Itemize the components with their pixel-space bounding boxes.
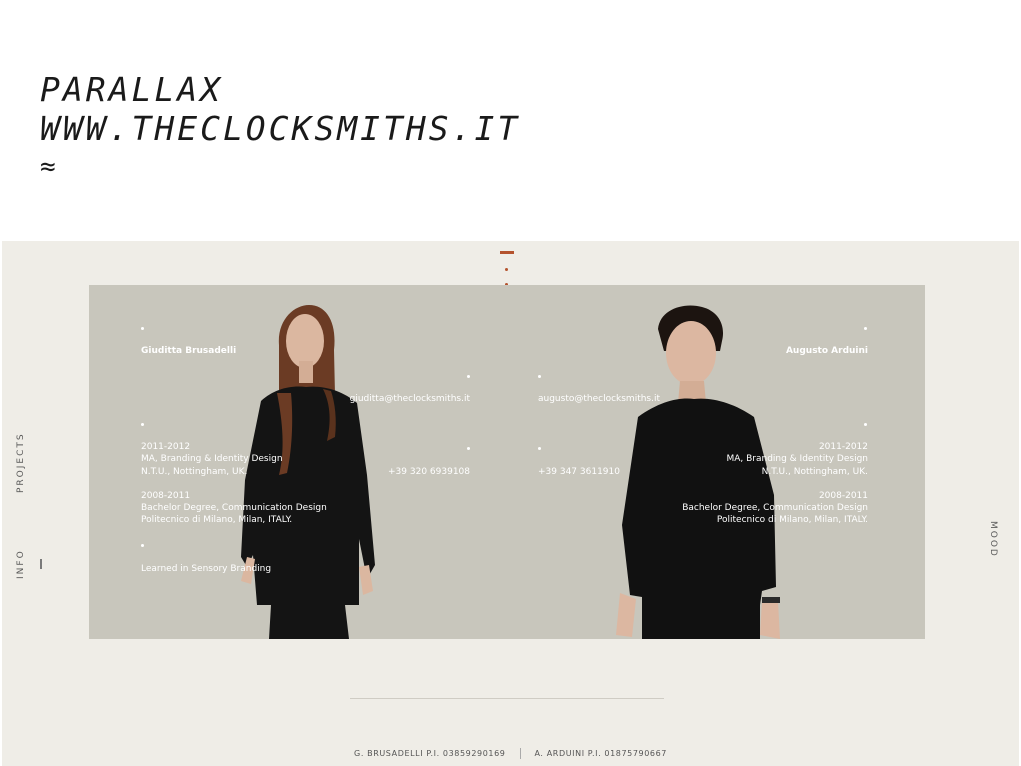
bullet [467,375,470,378]
logo-dot [505,268,508,271]
bullet [864,327,867,330]
caption-symbol: ≈ [40,152,59,182]
nav-projects[interactable]: PROJECTS [16,432,26,493]
nav-info-indicator [40,559,42,569]
caption-url: WWW.THECLOCKSMITHS.IT [40,109,521,148]
footer-separator [519,748,521,759]
left-phone: +39 320 6939108 [388,467,470,477]
logo-bar [500,251,514,254]
left-education: 2011-2012 MA, Branding & Identity Design… [141,442,327,526]
footer: G. BRUSADELLI P.I. 03859290169 A. ARDUINI… [2,748,1019,759]
bullet [141,327,144,330]
bullet [538,375,541,378]
bullet [864,423,867,426]
right-phone: +39 347 3611910 [538,467,620,477]
website-viewport: PROJECTS INFO MOOD Giuditta Brusadelli g… [2,241,1019,766]
footer-divider [350,698,664,699]
footer-left-vat: G. BRUSADELLI P.I. 03859290169 [354,749,506,758]
bullet [141,423,144,426]
screenshot-caption: PARALLAX WWW.THECLOCKSMITHS.IT ≈ [40,70,520,182]
left-name: Giuditta Brusadelli [141,346,237,356]
nav-info[interactable]: INFO [16,549,26,579]
caption-title: PARALLAX [40,70,223,109]
bullet [538,447,541,450]
right-education: 2011-2012 MA, Branding & Identity Design… [682,442,868,526]
footer-right-vat: A. ARDUINI P.I. 01875790667 [534,749,667,758]
left-email-link[interactable]: giuditta@theclocksmiths.it [350,393,470,405]
left-note: Learned in Sensory Branding [141,564,272,574]
right-name: Augusto Arduini [785,346,868,356]
right-email-link[interactable]: augusto@theclocksmiths.it [538,393,660,405]
nav-mood[interactable]: MOOD [988,521,998,558]
team-panel: Giuditta Brusadelli giuditta@theclocksmi… [89,285,925,639]
bullet [141,544,144,547]
bullet [467,447,470,450]
